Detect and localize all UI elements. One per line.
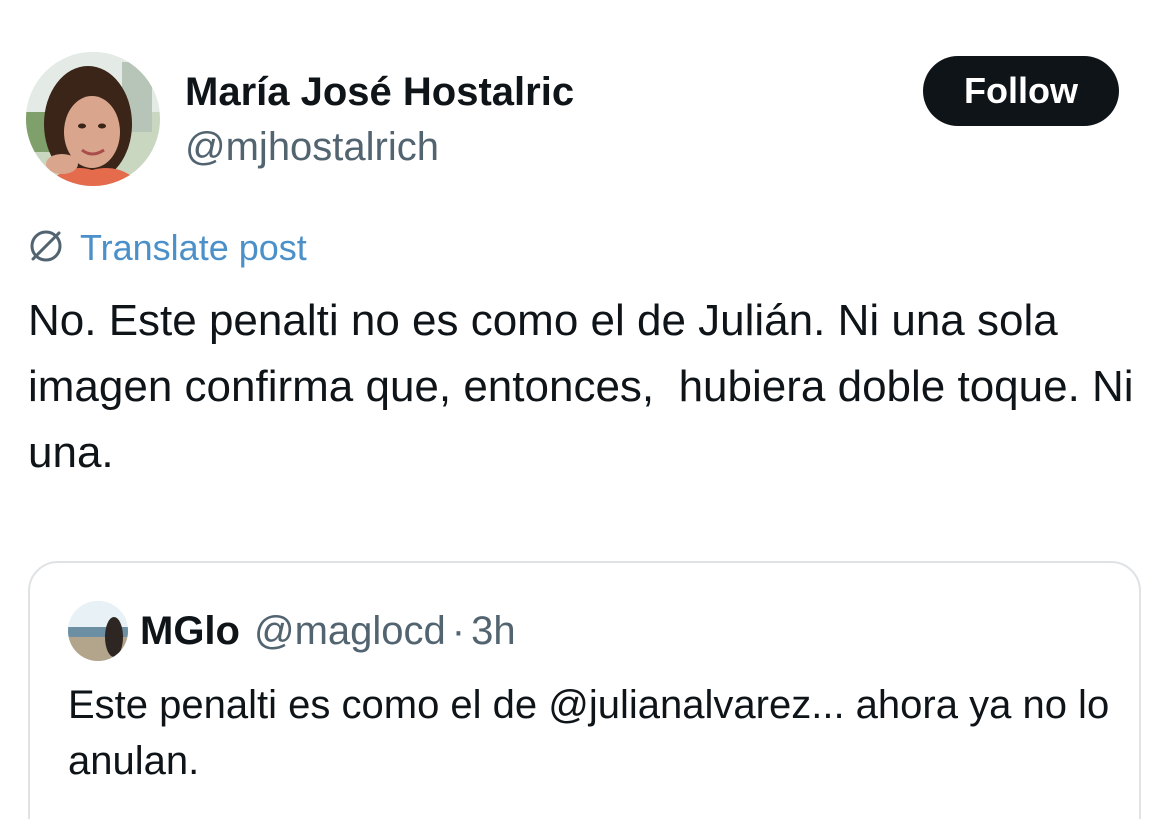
translate-post-link[interactable]: Translate post: [26, 225, 307, 271]
author-avatar[interactable]: [26, 52, 160, 186]
post-body-text: No. Este penalti no es como el de Julián…: [28, 296, 1146, 477]
quoted-author-avatar[interactable]: [68, 601, 128, 661]
quoted-post-text: Este penalti es como el de @julianalvare…: [68, 683, 1110, 783]
translate-post-label: Translate post: [80, 227, 307, 268]
profile-photo: [26, 52, 160, 186]
translate-globe-icon: [26, 226, 66, 271]
quoted-post-time[interactable]: 3h: [471, 605, 516, 657]
separator-dot: ·: [451, 609, 466, 653]
tweet-view: María José Hostalric @mjhostalrich Follo…: [0, 0, 1170, 819]
quoted-author-handle[interactable]: @maglocd: [254, 605, 446, 657]
quoted-author-name[interactable]: MGlo: [140, 605, 240, 657]
author-handle[interactable]: @mjhostalrich: [185, 121, 439, 173]
quoted-post-header: MGlo @maglocd · 3h: [140, 605, 516, 657]
quoted-post-card[interactable]: MGlo @maglocd · 3h Este penalti es como …: [28, 561, 1141, 819]
author-display-name[interactable]: María José Hostalric: [185, 66, 574, 118]
follow-button[interactable]: Follow: [923, 56, 1119, 126]
quoted-profile-photo: [68, 601, 128, 661]
